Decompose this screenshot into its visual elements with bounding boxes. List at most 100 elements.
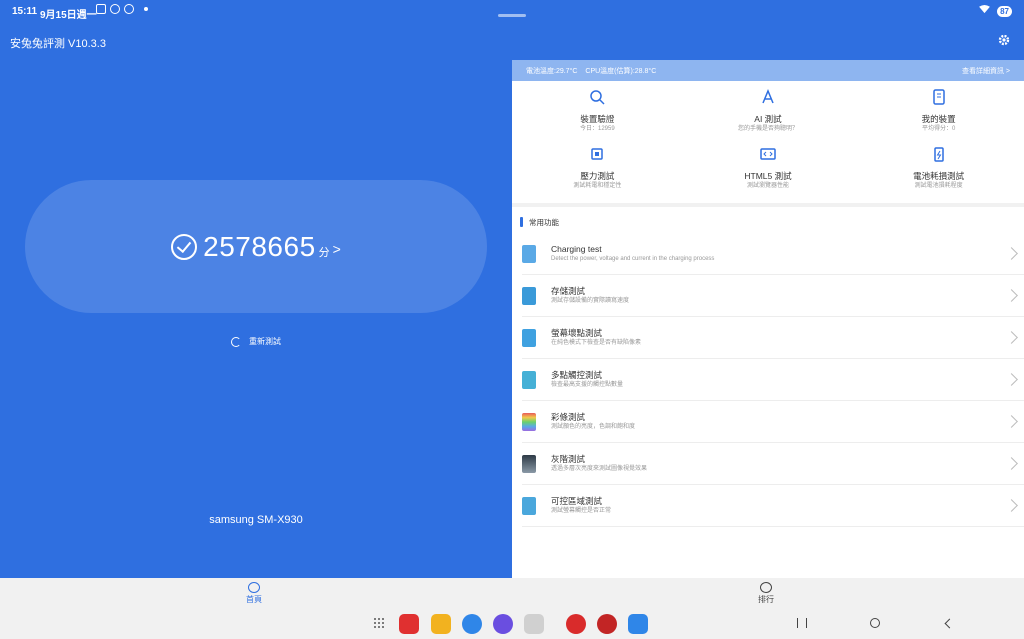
device-name: samsung SM-X930 (209, 514, 303, 526)
home-button-icon[interactable] (870, 618, 880, 628)
chevron-right-icon (1005, 247, 1018, 260)
wifi-icon (979, 5, 990, 14)
back-icon[interactable] (944, 618, 955, 629)
list-item-charging-test[interactable]: Charging test Detect the power, voltage a… (522, 233, 1024, 275)
grid-item-device-verify[interactable]: 裝置驗證 今日：12959 (512, 89, 683, 146)
antutu-app-icon[interactable] (566, 614, 586, 634)
magnifier-icon (590, 90, 605, 105)
app-drawer-icon[interactable] (374, 618, 384, 628)
files-app-icon[interactable] (431, 614, 451, 634)
chip-icon (591, 148, 604, 160)
score-card[interactable]: 2578665 分 > (25, 180, 487, 313)
tab-ranking-label: 排行 (758, 595, 774, 604)
grid-item-my-device[interactable]: 我的裝置 平均得分：0 (853, 89, 1024, 146)
store-app-icon[interactable] (628, 614, 648, 634)
trophy-icon (760, 582, 772, 593)
ai-icon (762, 89, 774, 104)
internet-app-icon[interactable] (493, 614, 513, 634)
touch-area-icon (522, 496, 536, 515)
list-title: 存儲測試 (551, 286, 586, 296)
section-title: 常用功能 (529, 217, 559, 227)
check-icon (171, 233, 198, 260)
tab-ranking[interactable]: 排行 (758, 582, 774, 605)
section-header: 常用功能 (512, 211, 1024, 233)
color-bar-icon (522, 412, 536, 431)
status-date: 9月15日週一 (40, 10, 97, 21)
list-title: 灰階測試 (551, 454, 586, 464)
battery-icon (933, 147, 944, 162)
retest-button[interactable]: 重新測試 (231, 336, 281, 347)
storage-icon (522, 286, 536, 305)
bottom-nav: 首頁 排行 (0, 578, 1024, 608)
recent-apps-icon[interactable] (797, 618, 807, 628)
list-title: 彩條測試 (551, 412, 586, 422)
temperature-bar[interactable]: 電池溫度:29.7°C CPU溫度(估算):28.8°C 查看詳細資訊 > (512, 60, 1024, 81)
list-item-grayscale-test[interactable]: 灰階測試透過多層次亮度來測試圖像視覺效果 (522, 443, 1024, 485)
grid-item-ai-test[interactable]: AI 測試 您的手機是否夠聰明？ (683, 89, 854, 146)
list-item-dead-pixel-test[interactable]: 螢幕壞點測試 在純色模式下檢查是否有缺陷像素 (522, 317, 1024, 359)
list-sub: 測試存儲設備的實際讀寫速度 (551, 298, 630, 304)
screenshot-icon (96, 4, 106, 14)
html5-icon (760, 148, 776, 160)
battery-temp: 電池溫度:29.7°C (526, 67, 578, 75)
chevron-right-icon (1005, 289, 1018, 302)
list-sub: 測試螢幕觸控是否正常 (551, 508, 612, 514)
messages-app-icon[interactable] (462, 614, 482, 634)
score-panel: 安兔兔評測 V10.3.3 2578665 分 > 重新測試 samsung S… (0, 24, 512, 578)
score-unit: 分 (318, 246, 330, 259)
charging-icon (522, 244, 536, 263)
grayscale-icon (522, 454, 536, 473)
list-title: Charging test (551, 244, 602, 254)
grid-title: AI 測試 (754, 114, 782, 124)
chevron-right-icon (1005, 373, 1018, 386)
list-item-multitouch-test[interactable]: 多點觸控測試 檢查最高支援的觸控點數量 (522, 359, 1024, 401)
section-divider (512, 203, 1024, 207)
tools-panel: 電池溫度:29.7°C CPU溫度(估算):28.8°C 查看詳細資訊 > 裝置… (512, 60, 1024, 578)
status-time: 15:11 (12, 6, 38, 17)
view-details-link[interactable]: 查看詳細資訊 > (962, 66, 1010, 76)
grid-item-stress-test[interactable]: 壓力測試 測試耗電和穩定性 (512, 146, 683, 203)
chevron-right-icon (1005, 415, 1018, 428)
chevron-right-icon (1005, 331, 1018, 344)
touch-icon (522, 370, 536, 389)
grid-item-battery-test[interactable]: 電池耗損測試 測試電池損耗程度 (853, 146, 1024, 203)
antutu3d-app-icon[interactable] (597, 614, 617, 634)
grid-sub: 測試電池損耗程度 (914, 183, 963, 189)
section-accent (520, 217, 523, 227)
list-item-storage-test[interactable]: 存儲測試測試存儲設備的實際讀寫速度 (522, 275, 1024, 317)
grid-title: 電池耗損測試 (913, 171, 965, 181)
screen-icon (522, 328, 536, 347)
gear-icon[interactable] (998, 34, 1010, 46)
multiwindow-handle[interactable] (498, 14, 526, 17)
more-dot-icon (144, 7, 148, 11)
grid-sub: 平均得分：0 (921, 126, 956, 132)
list-sub: 透過多層次亮度來測試圖像視覺效果 (551, 466, 648, 472)
list-sub: 在純色模式下檢查是否有缺陷像素 (551, 340, 642, 346)
retest-label: 重新測試 (249, 337, 281, 346)
grid-title: 壓力測試 (580, 171, 615, 181)
bixby-icon (124, 4, 134, 14)
settings-notify-icon (110, 4, 120, 14)
tab-home-label: 首頁 (246, 595, 262, 604)
chevron-right-icon (1005, 457, 1018, 470)
status-bar: 15:11 9月15日週一 87 (0, 0, 1024, 24)
tab-home[interactable]: 首頁 (246, 582, 262, 605)
grid-item-html5-test[interactable]: HTML5 測試 測試瀏覽器性能 (683, 146, 854, 203)
grid-sub: 今日：12959 (579, 126, 615, 132)
score-value: 2578665 (203, 230, 316, 262)
app-title: 安兔兔評測 V10.3.3 (10, 38, 106, 50)
list-item-touch-area-test[interactable]: 可控區域測試 測試螢幕觸控是否正常 (522, 485, 1024, 527)
list-item-color-bar-test[interactable]: 彩條測試 測試顏色的亮度，色調和飽和度 (522, 401, 1024, 443)
grid-sub: 測試耗電和穩定性 (573, 183, 622, 189)
camera-app-icon[interactable] (524, 614, 544, 634)
grid-title: 裝置驗證 (580, 114, 615, 124)
taskbar (0, 608, 1024, 639)
chevron-right-icon (1005, 499, 1018, 512)
notes-app-icon[interactable] (399, 614, 419, 634)
refresh-icon (231, 336, 241, 347)
grid-sub: 您的手機是否夠聰明？ (737, 126, 798, 132)
feature-grid: 裝置驗證 今日：12959 AI 測試 您的手機是否夠聰明？ 我的裝置 平均得分… (512, 81, 1024, 203)
grid-title: 我的裝置 (921, 114, 956, 124)
status-icons (96, 4, 148, 14)
home-icon (248, 582, 260, 593)
